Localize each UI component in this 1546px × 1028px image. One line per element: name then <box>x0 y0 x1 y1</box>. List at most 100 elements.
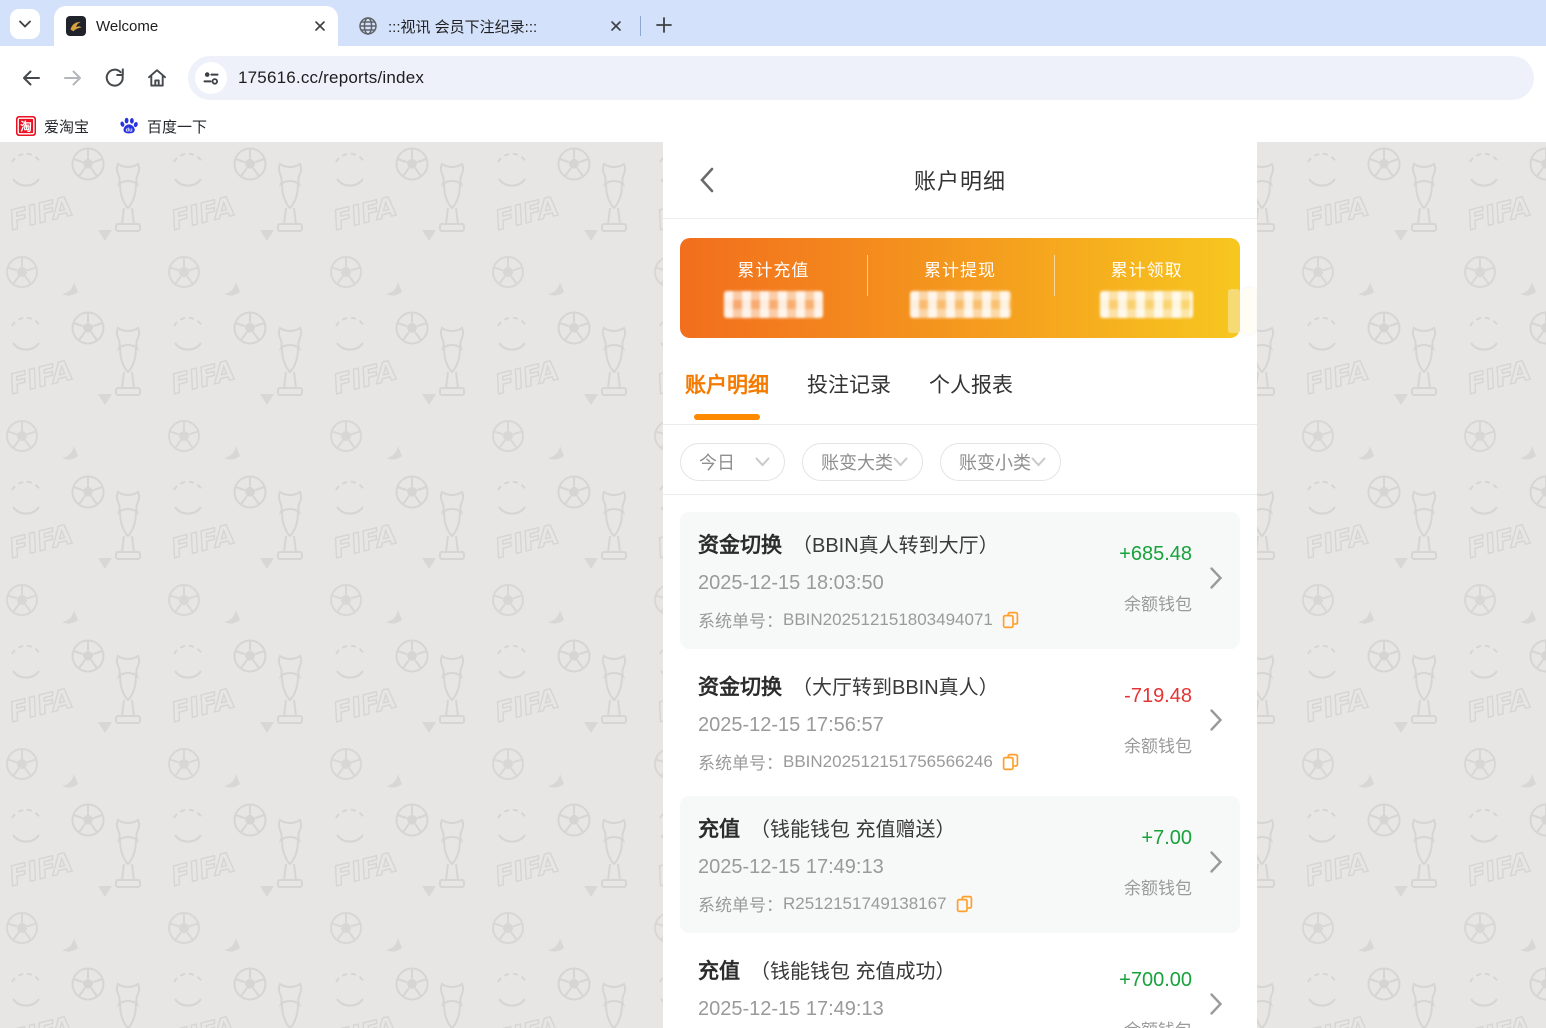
tab-label: 账户明细 <box>685 374 769 397</box>
panel-header: 账户明细 <box>663 142 1257 219</box>
blurred-value <box>1100 291 1194 318</box>
tab-close-icon[interactable] <box>607 18 624 35</box>
filter-label: 账变大类 <box>821 453 893 473</box>
chevron-down-icon <box>19 20 31 28</box>
transaction-type: 资金切换 <box>698 676 782 699</box>
transaction-subtitle: （钱能钱包 充值赠送） <box>750 819 956 841</box>
svg-text:淘: 淘 <box>20 119 32 133</box>
blurred-value <box>723 291 823 318</box>
tab-divider <box>640 16 641 36</box>
tab-close-icon[interactable] <box>311 18 328 35</box>
home-button[interactable] <box>136 57 178 99</box>
transaction-right: -719.48 余额钱包 <box>1124 685 1192 757</box>
bookmark-label: 百度一下 <box>147 118 208 136</box>
transaction-type: 充值 <box>698 818 740 841</box>
tab-betting-records[interactable]: :::视讯 会员下注纪录::: <box>346 6 634 46</box>
chevron-right-icon[interactable] <box>1209 992 1223 1021</box>
chevron-down-icon <box>1031 457 1046 467</box>
url-text[interactable]: 175616.cc/reports/index <box>238 68 424 88</box>
active-tab-underline <box>694 414 760 420</box>
page-title: 账户明细 <box>913 169 1006 194</box>
section-tabs: 账户明细 投注记录 个人报表 <box>663 365 1257 425</box>
wallet-label: 余额钱包 <box>1124 879 1192 898</box>
globe-icon <box>359 17 377 35</box>
summary-divider <box>867 255 869 296</box>
filter-major-category-dropdown[interactable]: 账变大类 <box>802 443 923 481</box>
transaction-card[interactable]: 充值 （钱能钱包 充值赠送） 2025-12-15 17:49:13 系统单号：… <box>680 796 1240 933</box>
tab-label: 个人报表 <box>929 374 1013 397</box>
transaction-amount: -719.48 <box>1124 685 1192 707</box>
filter-label: 今日 <box>699 453 735 473</box>
blurred-value <box>909 291 1011 318</box>
forward-button[interactable] <box>52 57 94 99</box>
transaction-subtitle: （BBIN真人转到大厅） <box>792 535 999 557</box>
summary-total-withdraw: 累计提现 <box>867 238 1054 338</box>
copy-icon[interactable] <box>956 895 973 913</box>
browser-window: Welcome :::视讯 会员下注纪录::: 175616.cc/report… <box>0 0 1546 1028</box>
transaction-type: 充值 <box>698 960 740 983</box>
transaction-amount: +7.00 <box>1141 827 1192 849</box>
order-label: 系统单号： <box>698 754 783 773</box>
chevron-right-icon[interactable] <box>1209 566 1223 595</box>
filter-date-dropdown[interactable]: 今日 <box>680 443 785 481</box>
wallet-label: 余额钱包 <box>1124 737 1192 756</box>
summary-divider <box>1053 255 1055 296</box>
bookmark-label: 爱淘宝 <box>44 118 90 136</box>
transaction-amount: +685.48 <box>1119 543 1192 565</box>
tab-account-detail[interactable]: 账户明细 <box>685 365 769 424</box>
transaction-card[interactable]: 充值 （钱能钱包 充值成功） 2025-12-15 17:49:13 系统单号：… <box>680 938 1240 1028</box>
order-label: 系统单号： <box>698 612 783 631</box>
transaction-type: 资金切换 <box>698 534 782 557</box>
tab-personal-report[interactable]: 个人报表 <box>929 365 1013 424</box>
summary-total-claim: 累计领取 <box>1053 238 1240 338</box>
site-favicon-icon <box>66 16 86 36</box>
new-tab-button[interactable] <box>650 11 678 39</box>
svg-text:du: du <box>126 128 133 134</box>
page-content: FIFA <box>0 142 1546 1028</box>
transaction-card[interactable]: 资金切换 （大厅转到BBIN真人） 2025-12-15 17:56:57 系统… <box>680 654 1240 791</box>
transaction-card[interactable]: 资金切换 （BBIN真人转到大厅） 2025-12-15 18:03:50 系统… <box>680 512 1240 649</box>
summary-card: 累计充值 累计提现 累计领取 <box>680 238 1256 338</box>
filters-row: 今日 账变大类 账变小类 <box>663 425 1257 494</box>
transaction-right: +7.00 余额钱包 <box>1124 827 1192 899</box>
transaction-right: +685.48 余额钱包 <box>1119 543 1192 615</box>
order-number: BBIN202512151756566246 <box>783 751 993 771</box>
filter-minor-category-dropdown[interactable]: 账变小类 <box>940 443 1061 481</box>
transaction-subtitle: （大厅转到BBIN真人） <box>792 677 999 699</box>
order-number: R2512151749138167 <box>783 893 947 913</box>
site-settings-icon[interactable] <box>195 62 227 94</box>
copy-icon[interactable] <box>1002 753 1019 771</box>
taobao-icon: 淘 <box>16 116 36 136</box>
summary-label: 累计领取 <box>1110 261 1183 280</box>
transaction-subtitle: （钱能钱包 充值成功） <box>750 961 956 983</box>
url-bar[interactable]: 175616.cc/reports/index <box>188 56 1534 100</box>
filter-label: 账变小类 <box>959 453 1031 473</box>
browser-toolbar: 175616.cc/reports/index <box>0 46 1546 110</box>
tab-search-button[interactable] <box>10 9 40 39</box>
summary-label: 累计充值 <box>737 261 810 280</box>
blurred-floating-widget <box>1228 288 1257 334</box>
tab-label: 投注记录 <box>807 374 891 397</box>
copy-icon[interactable] <box>1002 611 1019 629</box>
transaction-list: 资金切换 （BBIN真人转到大厅） 2025-12-15 18:03:50 系统… <box>663 495 1257 1028</box>
tab-title: :::视讯 会员下注纪录::: <box>388 18 538 36</box>
baidu-paw-icon: du <box>120 117 138 134</box>
order-label: 系统单号： <box>698 896 783 915</box>
back-chevron-icon[interactable] <box>691 164 723 196</box>
bookmark-aitaobao[interactable]: 淘 爱淘宝 <box>16 116 89 137</box>
chevron-down-icon <box>755 457 770 467</box>
reload-button[interactable] <box>94 57 136 99</box>
tab-title: Welcome <box>96 17 159 35</box>
bookmark-baidu[interactable]: du 百度一下 <box>119 116 207 137</box>
summary-label: 累计提现 <box>924 261 996 280</box>
chevron-down-icon <box>893 457 908 467</box>
chevron-right-icon[interactable] <box>1209 850 1223 879</box>
bookmarks-bar: 淘 爱淘宝 du 百度一下 <box>0 110 1546 142</box>
tab-bet-records[interactable]: 投注记录 <box>807 365 891 424</box>
tab-strip: Welcome :::视讯 会员下注纪录::: <box>0 0 1546 46</box>
back-button[interactable] <box>10 57 52 99</box>
summary-total-deposit: 累计充值 <box>680 238 867 338</box>
tab-welcome[interactable]: Welcome <box>54 6 338 46</box>
wallet-label: 余额钱包 <box>1119 1016 1192 1028</box>
chevron-right-icon[interactable] <box>1209 708 1223 737</box>
